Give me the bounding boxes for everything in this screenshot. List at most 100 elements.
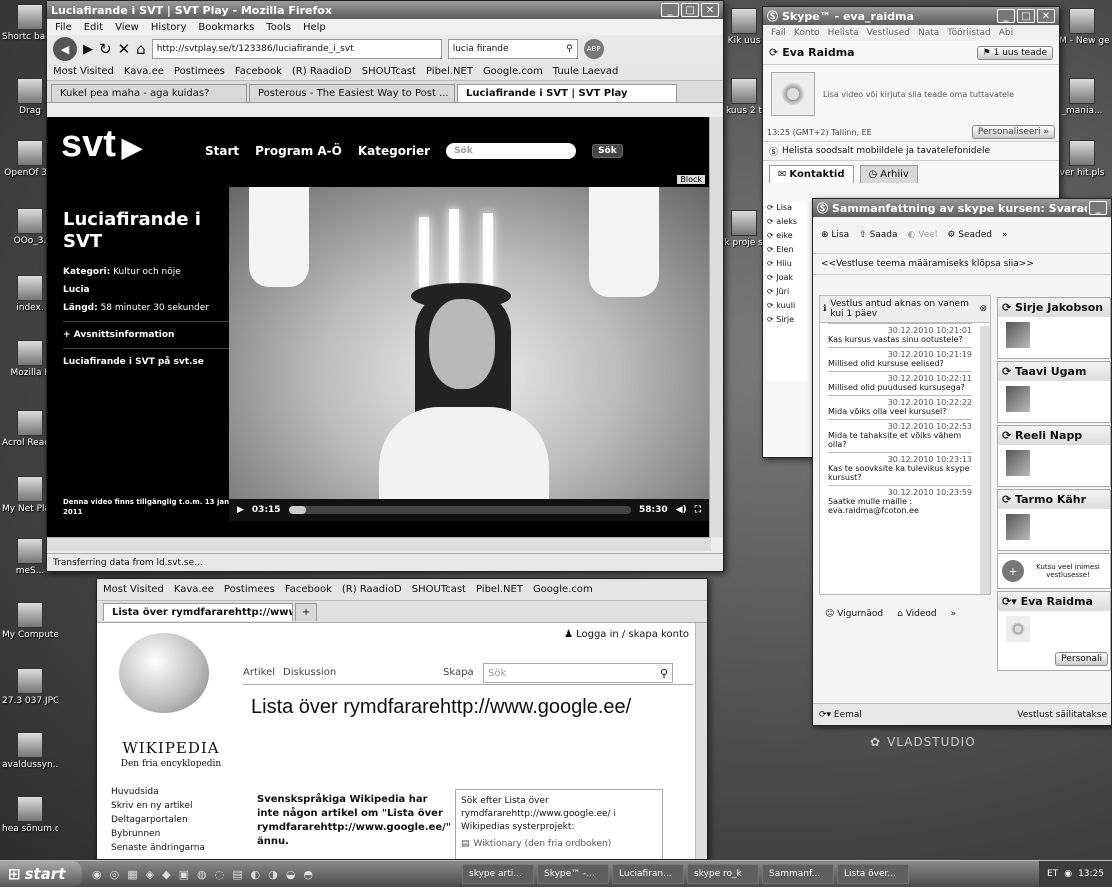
profile-name[interactable]: Eva Raidma (782, 46, 976, 59)
menu-tools[interactable]: Tools (266, 22, 291, 33)
tray-icon[interactable]: ◉ (1064, 869, 1072, 879)
bookmark-item[interactable]: Kava.ee (124, 66, 164, 77)
menu-item[interactable]: Abi (999, 28, 1013, 38)
tab-create[interactable]: Skapa (443, 667, 474, 678)
contact-item[interactable]: ⟳ Hiiu (767, 257, 807, 271)
svt-logo[interactable]: svt ▶ (61, 123, 142, 166)
desktop-icon[interactable]: hea sõnum.odt (2, 796, 58, 834)
quick-launch-icon[interactable]: ▤ (232, 868, 242, 881)
bookmark-item[interactable]: Most Visited (53, 66, 114, 77)
quick-launch-icon[interactable]: ◍ (197, 868, 207, 881)
quick-launch-icon[interactable]: ◉ (92, 868, 102, 881)
nav-link[interactable]: Senaste ändringarna (111, 841, 236, 855)
quick-launch-icon[interactable]: ◆ (162, 868, 170, 881)
tab-svt-play[interactable]: Luciafirande i SVT | SVT Play (457, 83, 677, 102)
url-bar[interactable]: http://svtplay.se/t/123386/luciafirande_… (151, 39, 442, 59)
tab-discussion[interactable]: Diskussion (283, 667, 336, 678)
menu-bookmarks[interactable]: Bookmarks (198, 22, 254, 33)
bookmark-item[interactable]: Google.com (483, 66, 543, 77)
menu-help[interactable]: Help (303, 22, 326, 33)
minimize-button[interactable]: _ (997, 9, 1015, 23)
tab-posterous[interactable]: Posterous - The Easiest Way to Post ... (249, 83, 455, 102)
block-button[interactable]: Block (677, 175, 705, 184)
desktop-icon[interactable]: FM - New ge.pls (1054, 8, 1110, 46)
bookmark-item[interactable]: Kava.ee (174, 584, 214, 595)
vertical-scrollbar[interactable] (709, 117, 723, 537)
participant-card[interactable]: ⟳ Tarmo Kähr (997, 489, 1111, 551)
nav-program[interactable]: Program A-Ö (255, 144, 342, 158)
contact-item[interactable]: ⟳ kuuli (767, 299, 807, 313)
task-button[interactable]: Lista över... (837, 864, 909, 884)
tab-kukel[interactable]: Kukel pea maha - aga kuidas? (51, 83, 247, 102)
nav-categories[interactable]: Kategorier (358, 144, 430, 158)
menu-history[interactable]: History (151, 22, 187, 33)
bookmark-item[interactable]: (R) RaadioD (292, 66, 352, 77)
quick-launch-icon[interactable]: ◐ (251, 868, 261, 881)
new-tab-button[interactable]: + (295, 602, 317, 621)
adblock-icon[interactable]: ABP (583, 39, 604, 59)
bookmark-item[interactable]: Postimees (224, 584, 275, 595)
svt-link[interactable]: Luciafirande i SVT på svt.se (63, 357, 233, 367)
home-button[interactable]: ⌂ (136, 40, 146, 58)
quick-launch-icon[interactable]: ◈ (146, 868, 154, 881)
reload-button[interactable]: ↻ (99, 40, 112, 58)
minimize-button[interactable]: _ (1089, 201, 1107, 215)
nav-link[interactable]: Deltagarportalen (111, 813, 236, 827)
quick-launch-icon[interactable]: ◑ (268, 868, 278, 881)
menu-view[interactable]: View (115, 22, 139, 33)
quick-launch-icon[interactable]: ◎ (110, 868, 120, 881)
bookmark-item[interactable]: (R) RaadioD (342, 584, 402, 595)
personalize-button[interactable]: Personali (1055, 652, 1108, 666)
menu-item[interactable]: Helista (828, 28, 859, 38)
new-message-button[interactable]: ⚑ 1 uus teade (976, 45, 1053, 60)
menu-item[interactable]: Tööriistad (947, 28, 990, 38)
menu-item[interactable]: Vestlused (867, 28, 910, 38)
fullscreen-button[interactable]: ⛶ (695, 505, 701, 515)
overflow-icon[interactable]: » (1002, 230, 1008, 240)
desktop-icon[interactable]: My Computer (2, 602, 58, 640)
menu-item[interactable]: Nata (918, 28, 939, 38)
task-button[interactable]: Luciafiran... (612, 864, 684, 884)
task-button[interactable]: skype arti... (462, 864, 534, 884)
add-button[interactable]: ⊕ Lisa (821, 230, 849, 240)
desktop-icon[interactable]: 27.3 037.JPG (2, 668, 58, 706)
back-button[interactable]: ◀ (53, 37, 77, 61)
wiktionary-link[interactable]: ▤ Wiktionary (den fria ordboken) (461, 838, 657, 851)
horizontal-scrollbar[interactable] (47, 537, 711, 551)
contact-item[interactable]: ⟳ Elen (767, 243, 807, 257)
send-button[interactable]: ⇧ Saada (859, 230, 897, 240)
close-icon[interactable]: ⊗ (979, 304, 987, 314)
minimize-button[interactable]: _ (661, 3, 679, 17)
participant-card[interactable]: ⟳ Reeli Napp (997, 425, 1111, 487)
play-button[interactable]: ▶ (237, 505, 244, 515)
wiki-scrollbar[interactable] (695, 623, 707, 859)
tab-article[interactable]: Artikel (243, 667, 275, 678)
menu-file[interactable]: File (55, 22, 72, 33)
contact-item[interactable]: ⟳ Joak (767, 271, 807, 285)
svt-search-input[interactable]: Sök (446, 143, 577, 159)
quick-launch-icon[interactable]: ▦ (127, 868, 137, 881)
bookmark-item[interactable]: Facebook (235, 66, 282, 77)
seek-bar[interactable] (288, 506, 631, 514)
stop-button[interactable]: ✕ (118, 40, 131, 58)
contact-item[interactable]: ⟳ Jüri (767, 285, 807, 299)
chat-scrollbar[interactable] (980, 326, 990, 594)
bookmark-item[interactable]: Pibel.NET (426, 66, 473, 77)
contact-item[interactable]: ⟳ aleks (767, 215, 807, 229)
personalize-button[interactable]: Personaliseeri » (971, 125, 1055, 139)
desktop-icon[interactable]: avaldussyn... (2, 732, 58, 770)
bookmark-item[interactable]: Pibel.NET (476, 584, 523, 595)
mood-prompt[interactable]: Lisa video või kirjuta siia teade oma tu… (823, 90, 1014, 99)
wiki-search-box[interactable]: Sök ⚲ (483, 663, 673, 683)
bookmark-item[interactable]: Tuule Laevad (553, 66, 619, 77)
chat-topic[interactable]: <<Vestluse teema määramiseks klõpsa siia… (813, 253, 1111, 275)
menu-item[interactable]: Konto (794, 28, 820, 38)
svt-search-button[interactable]: Sök (592, 144, 623, 158)
bookmark-item[interactable]: Facebook (285, 584, 332, 595)
menu-item[interactable]: Fail (771, 28, 786, 38)
more-button[interactable]: ◐ Veel (908, 230, 938, 240)
participant-card[interactable]: ⟳ Taavi Ugam (997, 361, 1111, 423)
nav-start[interactable]: Start (205, 144, 239, 158)
presence-dropdown[interactable]: ⟳▾ Eemal (819, 710, 862, 720)
maximize-button[interactable]: □ (1017, 9, 1035, 23)
